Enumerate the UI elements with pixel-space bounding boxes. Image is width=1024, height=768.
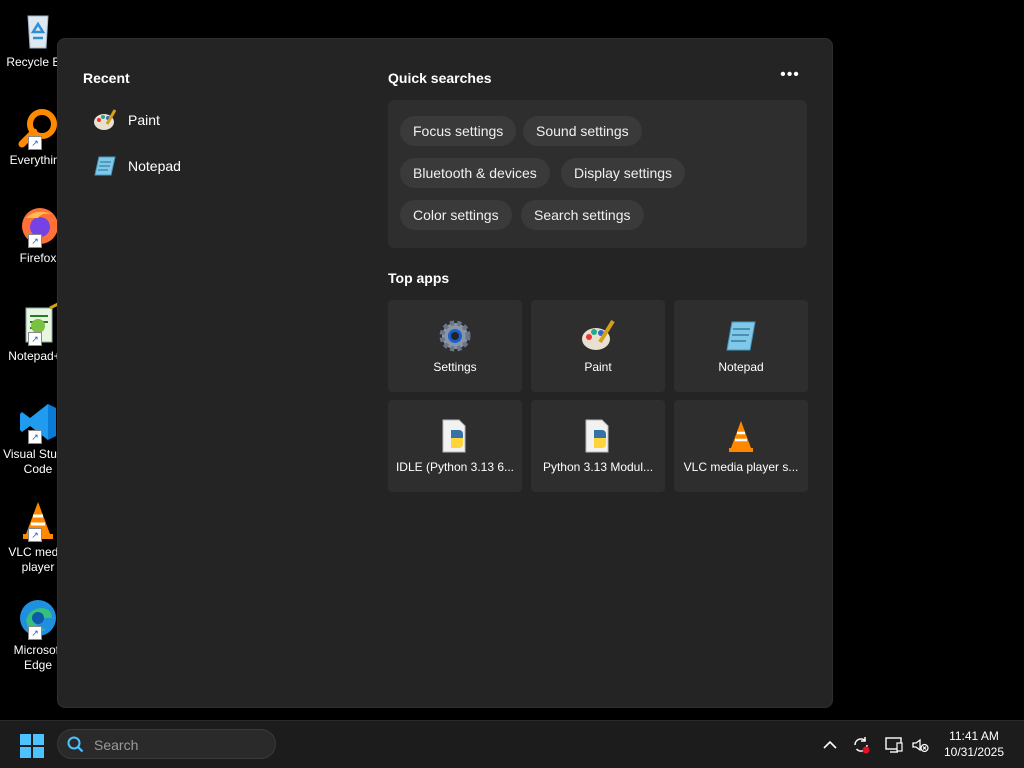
paint-icon [580, 318, 616, 354]
top-app-paint[interactable]: Paint [531, 300, 665, 392]
recent-heading: Recent [83, 70, 130, 86]
quick-search-display-settings[interactable]: Display settings [561, 158, 686, 188]
recent-item-paint[interactable]: Paint [83, 103, 343, 137]
taskbar: 11:41 AM 10/31/2025 [0, 720, 1024, 768]
network-display-icon[interactable] [884, 735, 904, 755]
start-search-panel: Recent Paint Notepad Quick searches ••• … [57, 38, 833, 708]
top-app-label: Paint [584, 360, 612, 374]
quick-search-focus-settings[interactable]: Focus settings [400, 116, 517, 146]
vscode-icon: ↗ [16, 400, 60, 444]
more-options-button[interactable]: ••• [778, 67, 802, 87]
search-icon [67, 736, 84, 753]
firefox-icon: ↗ [16, 204, 60, 248]
notepad-icon [93, 154, 117, 178]
quick-search-search-settings[interactable]: Search settings [521, 200, 644, 230]
notepad-plus-plus-icon: ↗ [16, 302, 60, 346]
top-app-label: VLC media player s... [683, 460, 799, 474]
top-app-settings[interactable]: Settings [388, 300, 522, 392]
top-apps-heading: Top apps [388, 270, 450, 286]
quick-searches-box: Focus settings Sound settings Bluetooth … [388, 100, 807, 248]
recent-item-notepad[interactable]: Notepad [83, 149, 343, 183]
python-file-icon [580, 418, 616, 454]
shortcut-arrow-icon: ↗ [28, 332, 42, 346]
top-app-notepad[interactable]: Notepad [674, 300, 808, 392]
shortcut-arrow-icon: ↗ [28, 234, 42, 248]
clock-time: 11:41 AM [949, 729, 999, 743]
clock-date: 10/31/2025 [943, 745, 1005, 759]
top-app-label: Settings [433, 360, 477, 374]
settings-gear-icon [437, 318, 473, 354]
quick-search-color-settings[interactable]: Color settings [400, 200, 512, 230]
start-button[interactable] [20, 734, 44, 758]
shortcut-arrow-icon: ↗ [28, 430, 42, 444]
windows-logo-icon [20, 734, 44, 758]
shortcut-arrow-icon: ↗ [28, 136, 42, 150]
taskbar-search-box[interactable] [57, 729, 276, 759]
sync-update-icon[interactable] [851, 735, 871, 755]
top-app-idle-python[interactable]: IDLE (Python 3.13 6... [388, 400, 522, 492]
vlc-icon: ↗ [16, 498, 60, 542]
recent-item-label: Paint [128, 112, 160, 128]
shortcut-arrow-icon: ↗ [28, 528, 42, 542]
show-hidden-icons-chevron-up-icon[interactable] [820, 735, 840, 755]
top-app-vlc-skinned[interactable]: VLC media player s... [674, 400, 808, 492]
top-app-label: Notepad [718, 360, 764, 374]
top-app-python-module-docs[interactable]: Python 3.13 Modul... [531, 400, 665, 492]
edge-icon: ↗ [16, 596, 60, 640]
notepad-icon [723, 318, 759, 354]
python-file-icon [437, 418, 473, 454]
recent-item-label: Notepad [128, 158, 181, 174]
shortcut-arrow-icon: ↗ [28, 626, 42, 640]
speaker-muted-icon[interactable] [910, 735, 930, 755]
quick-search-sound-settings[interactable]: Sound settings [523, 116, 642, 146]
top-app-label: IDLE (Python 3.13 6... [395, 460, 515, 474]
everything-search-icon: ↗ [16, 106, 60, 150]
quick-search-bluetooth-devices[interactable]: Bluetooth & devices [400, 158, 550, 188]
search-input[interactable] [92, 734, 266, 756]
vlc-icon [723, 418, 759, 454]
top-app-label: Python 3.13 Modul... [542, 460, 654, 474]
taskbar-clock[interactable]: 11:41 AM 10/31/2025 [938, 728, 1010, 760]
recycle-bin-icon [16, 8, 60, 52]
paint-icon [93, 108, 117, 132]
quick-searches-heading: Quick searches [388, 70, 492, 86]
